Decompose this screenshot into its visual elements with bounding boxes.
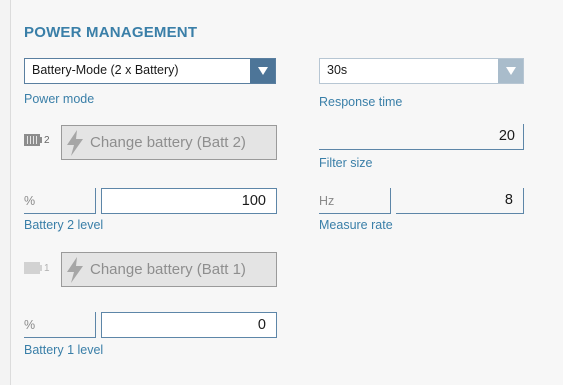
power-mode-value: Battery-Mode (2 x Battery) — [32, 63, 179, 77]
change-battery-2-label: Change battery (Batt 2) — [90, 134, 246, 151]
battery-icon — [24, 262, 42, 274]
filter-size-value: 20 — [498, 128, 515, 144]
measure-rate-label: Measure rate — [319, 218, 393, 232]
change-battery-2-button[interactable]: Change battery (Batt 2) — [61, 125, 277, 160]
battery-1-level-value: 0 — [257, 317, 266, 333]
measure-rate-unit-field: Hz — [319, 188, 391, 214]
change-battery-1-button[interactable]: Change battery (Batt 1) — [61, 252, 277, 287]
battery-2-level-input[interactable]: 100 — [101, 188, 277, 214]
change-battery-1-label: Change battery (Batt 1) — [90, 261, 246, 278]
power-mode-select[interactable]: Battery-Mode (2 x Battery) — [24, 58, 276, 84]
battery-2-level-value: 100 — [241, 193, 266, 209]
response-time-select[interactable]: 30s — [319, 58, 524, 84]
battery-1-level-input[interactable]: 0 — [101, 312, 277, 338]
response-time-value: 30s — [327, 63, 348, 77]
response-time-label: Response time — [319, 95, 403, 109]
battery-icon — [24, 134, 42, 146]
filter-size-label: Filter size — [319, 156, 373, 170]
section-title: POWER MANAGEMENT — [24, 24, 198, 41]
battery-1-unit-field: % — [24, 312, 96, 338]
measure-rate-value: 8 — [504, 192, 513, 208]
battery-1-index: 1 — [44, 262, 50, 274]
chevron-down-icon[interactable] — [498, 59, 523, 83]
filter-size-field[interactable]: 20 — [319, 124, 524, 150]
battery-2-unit-field: % — [24, 188, 96, 214]
power-mode-label: Power mode — [24, 92, 95, 106]
battery-2-indicator: 2 — [24, 134, 50, 146]
lightning-bolt-icon — [66, 129, 88, 156]
chevron-down-icon[interactable] — [250, 59, 275, 83]
battery-2-unit: % — [24, 194, 36, 208]
measure-rate-input[interactable]: 8 — [396, 188, 524, 214]
lightning-bolt-icon — [66, 256, 88, 283]
measure-rate-unit: Hz — [319, 194, 335, 208]
battery-1-unit: % — [24, 318, 36, 332]
battery-1-level-label: Battery 1 level — [24, 343, 104, 357]
battery-2-index: 2 — [44, 134, 50, 146]
battery-1-indicator: 1 — [24, 262, 50, 274]
battery-2-level-label: Battery 2 level — [24, 218, 104, 232]
